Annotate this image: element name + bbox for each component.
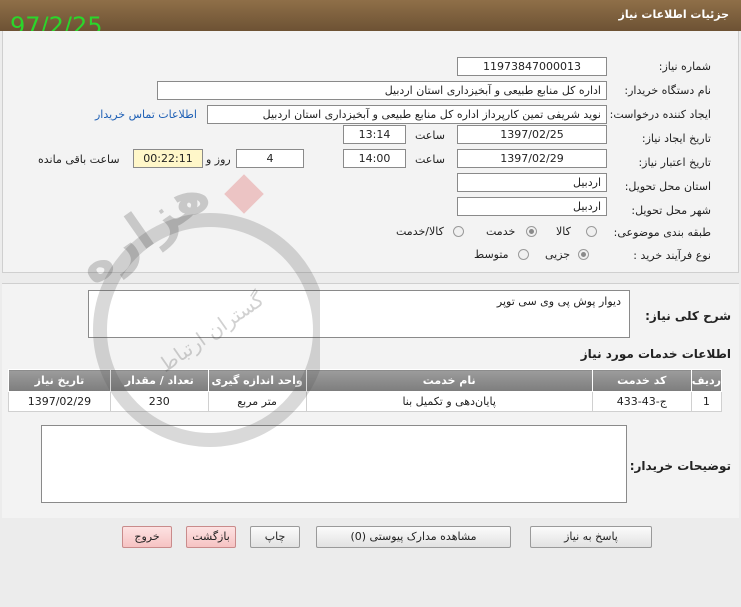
description-text: دیوار پوش پی وی سی توپر bbox=[496, 295, 621, 308]
category-option-goods: کالا bbox=[556, 225, 571, 238]
buyer-contact-link[interactable]: اطلاعات تماس خریدار bbox=[95, 108, 197, 121]
page-title: جزئیات اطلاعات نیاز bbox=[618, 8, 730, 21]
city-label: شهر محل تحویل: bbox=[631, 204, 711, 217]
category-option-goods-service: کالا/خدمت bbox=[396, 225, 444, 238]
services-title: اطلاعات خدمات مورد نیاز bbox=[580, 347, 731, 361]
view-attachments-button[interactable]: مشاهده مدارک پیوستی (0) bbox=[316, 526, 511, 548]
col-service-name: نام خدمت bbox=[305, 369, 593, 392]
category-radio-goods[interactable] bbox=[586, 226, 597, 237]
created-date-label: تاریخ ایجاد نیاز: bbox=[641, 132, 711, 145]
creator-field: نوید شریفی تمین کارپرداز اداره کل منابع … bbox=[207, 105, 607, 124]
province-label: استان محل تحویل: bbox=[624, 180, 711, 193]
reply-button[interactable]: پاسخ به نیاز bbox=[530, 526, 652, 548]
cell-service-code: ج-43-433 bbox=[591, 391, 692, 412]
buyer-org-field: اداره کل منابع طبیعی و آبخیزداری استان ا… bbox=[157, 81, 607, 100]
col-row-number: ردیف bbox=[690, 369, 723, 392]
valid-date-label: تاریخ اعتبار نیاز: bbox=[638, 156, 711, 169]
title-bar: جزئیات اطلاعات نیاز bbox=[0, 0, 741, 31]
created-time-field: 13:14 bbox=[343, 125, 406, 144]
process-option-minor: جزیی bbox=[545, 248, 571, 261]
category-radio-goods-service[interactable] bbox=[453, 226, 464, 237]
created-date-field: 1397/02/25 bbox=[457, 125, 607, 144]
buyer-notes-label: توضیحات خریدار: bbox=[629, 459, 731, 473]
watermark-diamond bbox=[224, 174, 264, 214]
col-service-code: کد خدمت bbox=[591, 369, 692, 392]
category-radio-service[interactable] bbox=[526, 226, 537, 237]
province-field: اردبیل bbox=[457, 173, 607, 192]
cell-row-number: 1 bbox=[690, 391, 723, 412]
created-hour-label: ساعت bbox=[415, 129, 445, 142]
city-field: اردبیل bbox=[457, 197, 607, 216]
category-label: طبقه بندی موضوعی: bbox=[613, 226, 711, 239]
back-button[interactable]: بازگشت bbox=[186, 526, 236, 548]
description-label: شرح کلی نیاز: bbox=[645, 309, 731, 323]
cell-service-name: پایان‌دهی و تکمیل بنا bbox=[305, 391, 593, 412]
process-label: نوع فرآیند خرید : bbox=[633, 249, 711, 262]
exit-button[interactable]: خروج bbox=[122, 526, 172, 548]
process-radio-medium[interactable] bbox=[518, 249, 529, 260]
creator-label: ایجاد کننده درخواست: bbox=[609, 108, 711, 121]
process-radio-minor[interactable] bbox=[578, 249, 589, 260]
valid-time-field: 14:00 bbox=[343, 149, 406, 168]
category-option-service: خدمت bbox=[486, 225, 516, 238]
need-number-label: شماره نیاز: bbox=[658, 60, 711, 73]
print-button[interactable]: چاپ bbox=[250, 526, 300, 548]
valid-date-field: 1397/02/29 bbox=[457, 149, 607, 168]
buyer-org-label: نام دستگاه خریدار: bbox=[624, 84, 711, 97]
need-number-field: 11973847000013 bbox=[457, 57, 607, 76]
valid-hour-label: ساعت bbox=[415, 153, 445, 166]
process-option-medium: متوسط bbox=[474, 248, 509, 261]
